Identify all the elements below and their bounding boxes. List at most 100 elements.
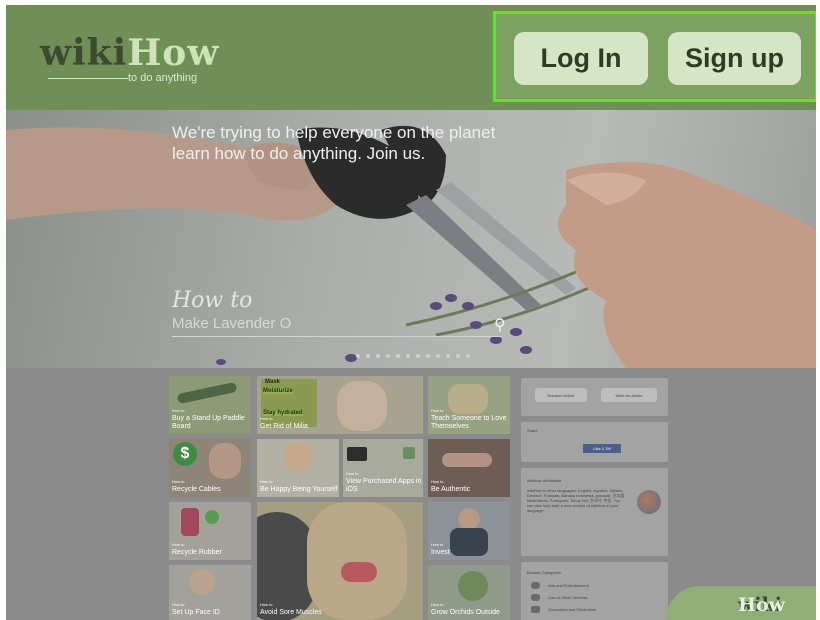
tile-caption-text: Grow Orchids Outside bbox=[431, 609, 500, 616]
tile-illustration bbox=[189, 569, 215, 595]
category-label: Computers and Electronics bbox=[548, 607, 597, 612]
article-tile[interactable]: Mask Moisturize Stay hydrated How to Get … bbox=[257, 376, 423, 434]
categories-card: Browse Categories Arts and Entertainment… bbox=[521, 562, 668, 620]
write-article-button[interactable]: Write An Article bbox=[601, 388, 657, 402]
carousel-dot[interactable] bbox=[366, 354, 370, 358]
tile-caption-prefix: How to bbox=[346, 471, 359, 476]
tile-overlay-moisturize: Moisturize bbox=[263, 388, 293, 394]
tile-caption-text: View Purchased Apps in iOS bbox=[346, 478, 422, 493]
article-tile[interactable]: How to Avoid Sore Muscles bbox=[257, 502, 423, 620]
article-tile[interactable]: How to Set Up Face ID bbox=[169, 565, 251, 620]
category-item-computers[interactable]: Computers and Electronics bbox=[531, 606, 596, 613]
tile-caption-prefix: How to bbox=[172, 602, 185, 607]
wikihow-watermark: wiki How bbox=[666, 586, 816, 620]
carousel-dot[interactable] bbox=[436, 354, 440, 358]
auth-highlight-box: Log In Sign up bbox=[493, 11, 816, 102]
carousel-dot[interactable] bbox=[426, 354, 430, 358]
logo-wiki-text: wiki bbox=[40, 32, 128, 74]
hero-headline-line-2: learn how to do anything. Join us. bbox=[172, 144, 426, 163]
carousel-dot[interactable] bbox=[376, 354, 380, 358]
carousel-dot[interactable] bbox=[456, 354, 460, 358]
tile-caption-prefix: How to bbox=[260, 416, 273, 421]
tile-caption: How to Invest bbox=[431, 541, 450, 557]
tile-caption-prefix: How to bbox=[431, 408, 444, 413]
tile-caption-text: Be Authentic bbox=[431, 486, 471, 493]
article-tile[interactable]: How to Buy a Stand Up Paddle Board bbox=[169, 376, 251, 434]
tile-caption-prefix: How to bbox=[431, 542, 444, 547]
suit-illustration bbox=[450, 528, 488, 556]
carousel-dots bbox=[356, 354, 470, 358]
random-article-button[interactable]: Random Article bbox=[535, 388, 587, 402]
tile-illustration bbox=[209, 443, 241, 479]
article-tile[interactable]: How to Be Authentic bbox=[428, 439, 510, 497]
screenshot-frame: wikiHow to do anything Log In Sign up We… bbox=[6, 5, 816, 620]
article-tile[interactable]: How to View Purchased Apps in iOS bbox=[343, 439, 423, 497]
article-tile[interactable]: How to Invest bbox=[428, 502, 510, 560]
share-card: Share Like 1.7M bbox=[521, 422, 668, 462]
search-icon[interactable]: ⚲ bbox=[494, 315, 506, 335]
worldwide-card: wikiHow Worldwide wikiHow in other langu… bbox=[521, 468, 668, 556]
logo-wordmark: wikiHow bbox=[40, 35, 219, 71]
share-title: Share bbox=[527, 428, 538, 433]
tile-caption-text: Get Rid of Milia bbox=[260, 423, 308, 430]
hero-article-name: Make Lavender O bbox=[172, 315, 292, 332]
watermark-how: How bbox=[738, 594, 785, 616]
carousel-dot[interactable] bbox=[396, 354, 400, 358]
article-tile[interactable]: How to Grow Orchids Outside bbox=[428, 565, 510, 620]
dollar-icon: $ bbox=[173, 442, 197, 466]
wikihow-logo[interactable]: wikiHow to do anything bbox=[40, 35, 219, 84]
tile-caption-text: Avoid Sore Muscles bbox=[260, 609, 322, 616]
tile-caption-prefix: How to bbox=[260, 479, 273, 484]
sign-up-button[interactable]: Sign up bbox=[668, 32, 801, 85]
carousel-dot[interactable] bbox=[386, 354, 390, 358]
hero-article-title[interactable]: How to Make Lavender O bbox=[172, 288, 291, 332]
globe-icon bbox=[637, 490, 661, 514]
tile-illustration bbox=[458, 508, 480, 530]
article-tile[interactable]: How to Teach Someone to Love Themselves bbox=[428, 376, 510, 434]
carousel-dot[interactable] bbox=[446, 354, 450, 358]
tile-caption: How to Buy a Stand Up Paddle Board bbox=[172, 407, 251, 431]
article-tile[interactable]: How to Be Happy Being Yourself bbox=[257, 439, 339, 497]
facebook-like-button[interactable]: Like 1.7M bbox=[583, 444, 621, 453]
tile-illustration bbox=[283, 442, 313, 472]
car-icon bbox=[531, 594, 540, 601]
category-label: Cars & Other Vehicles bbox=[548, 595, 588, 600]
tile-caption-prefix: How to bbox=[431, 479, 444, 484]
carousel-dot[interactable] bbox=[406, 354, 410, 358]
tile-caption-text: Set Up Face ID bbox=[172, 609, 220, 616]
tile-caption: How to Grow Orchids Outside bbox=[431, 601, 500, 617]
carousel-dot[interactable] bbox=[356, 354, 360, 358]
article-tile[interactable]: $ How to Recycle Cables bbox=[169, 439, 251, 497]
logo-tagline: to do anything bbox=[128, 72, 198, 84]
face-illustration bbox=[307, 502, 407, 620]
tile-face-illustration bbox=[337, 381, 387, 431]
tile-caption-text: Recycle Rubber bbox=[172, 549, 222, 556]
tile-caption: How to Teach Someone to Love Themselves bbox=[431, 407, 510, 431]
carousel-dot[interactable] bbox=[416, 354, 420, 358]
hero-search-underline bbox=[172, 336, 502, 337]
tile-caption-text: Buy a Stand Up Paddle Board bbox=[172, 415, 245, 430]
worldwide-text: wikiHow in other languages: English, esp… bbox=[527, 488, 626, 513]
tile-caption: How to Recycle Cables bbox=[172, 478, 221, 494]
carousel-dot[interactable] bbox=[466, 354, 470, 358]
app-icon bbox=[347, 447, 367, 461]
app-icon bbox=[403, 447, 415, 459]
log-in-button[interactable]: Log In bbox=[514, 32, 648, 85]
tile-caption: How to Set Up Face ID bbox=[172, 601, 220, 617]
tile-caption-text: Invest bbox=[431, 549, 450, 556]
category-label: Arts and Entertainment bbox=[548, 583, 589, 588]
glove-illustration bbox=[181, 508, 199, 536]
hero-headline-line-1: We're trying to help everyone on the pla… bbox=[172, 123, 496, 142]
tile-caption-prefix: How to bbox=[172, 479, 185, 484]
tile-caption: How to Get Rid of Milia bbox=[260, 415, 308, 431]
tile-overlay-mask: Mask bbox=[265, 379, 281, 385]
article-tile[interactable]: How to Recycle Rubber bbox=[169, 502, 251, 560]
hero-banner[interactable]: We're trying to help everyone on the pla… bbox=[6, 110, 816, 368]
category-item-arts[interactable]: Arts and Entertainment bbox=[531, 582, 589, 589]
tile-caption: How to View Purchased Apps in iOS bbox=[346, 470, 423, 494]
tile-caption-text: Teach Someone to Love Themselves bbox=[431, 415, 507, 430]
tile-caption-prefix: How to bbox=[172, 542, 185, 547]
tile-caption-text: Recycle Cables bbox=[172, 486, 221, 493]
category-item-cars[interactable]: Cars & Other Vehicles bbox=[531, 594, 587, 601]
tile-caption: How to Be Happy Being Yourself bbox=[260, 478, 337, 494]
